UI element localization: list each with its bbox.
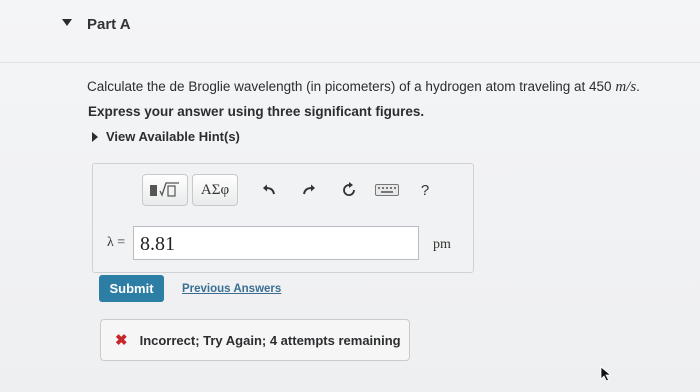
previous-answers-link[interactable]: Previous Answers xyxy=(182,283,281,295)
x-mark-icon: ✖ xyxy=(115,332,128,349)
question-text: Calculate the de Broglie wavelength (in … xyxy=(87,79,640,96)
question-body: Calculate the de Broglie wavelength (in … xyxy=(87,79,616,94)
answer-input[interactable]: 8.81 xyxy=(133,226,419,260)
help-button[interactable]: ? xyxy=(412,177,438,203)
templates-button[interactable] xyxy=(142,174,188,206)
answer-unit: pm xyxy=(433,237,451,252)
mouse-pointer-icon xyxy=(600,366,612,382)
math-toolbar: ΑΣφ ? xyxy=(142,174,438,206)
undo-button[interactable] xyxy=(256,177,282,203)
question-end: . xyxy=(636,79,640,94)
part-title: Part A xyxy=(87,16,131,33)
collapse-caret-icon[interactable] xyxy=(62,19,72,26)
redo-icon xyxy=(303,184,315,195)
answer-instruction: Express your answer using three signific… xyxy=(88,104,425,119)
reset-button[interactable] xyxy=(336,177,362,203)
submit-button[interactable]: Submit xyxy=(99,275,164,302)
keyboard-icon xyxy=(375,184,399,196)
keyboard-button[interactable] xyxy=(374,177,400,203)
answer-variable: λ = xyxy=(107,235,126,250)
greek-symbols-button[interactable]: ΑΣφ xyxy=(192,174,238,206)
redo-button[interactable] xyxy=(296,177,322,203)
part-header[interactable]: Part A xyxy=(0,0,700,63)
question-panel: Part A Calculate the de Broglie waveleng… xyxy=(0,0,700,392)
feedback-message: ✖ Incorrect; Try Again; 4 attempts remai… xyxy=(100,319,410,361)
answer-box: ΑΣφ ? λ = 8.81 xyxy=(92,163,474,273)
question-unit: m/s xyxy=(615,79,637,95)
hint-label: View Available Hint(s) xyxy=(106,129,240,144)
reset-icon xyxy=(343,182,355,196)
templates-icon xyxy=(150,182,179,197)
answer-row: λ = 8.81 xyxy=(107,226,419,260)
view-hints-link[interactable]: View Available Hint(s) xyxy=(92,129,240,144)
feedback-text: Incorrect; Try Again; 4 attempts remaini… xyxy=(139,332,401,348)
undo-icon xyxy=(263,184,275,195)
hint-expand-icon xyxy=(92,131,98,142)
